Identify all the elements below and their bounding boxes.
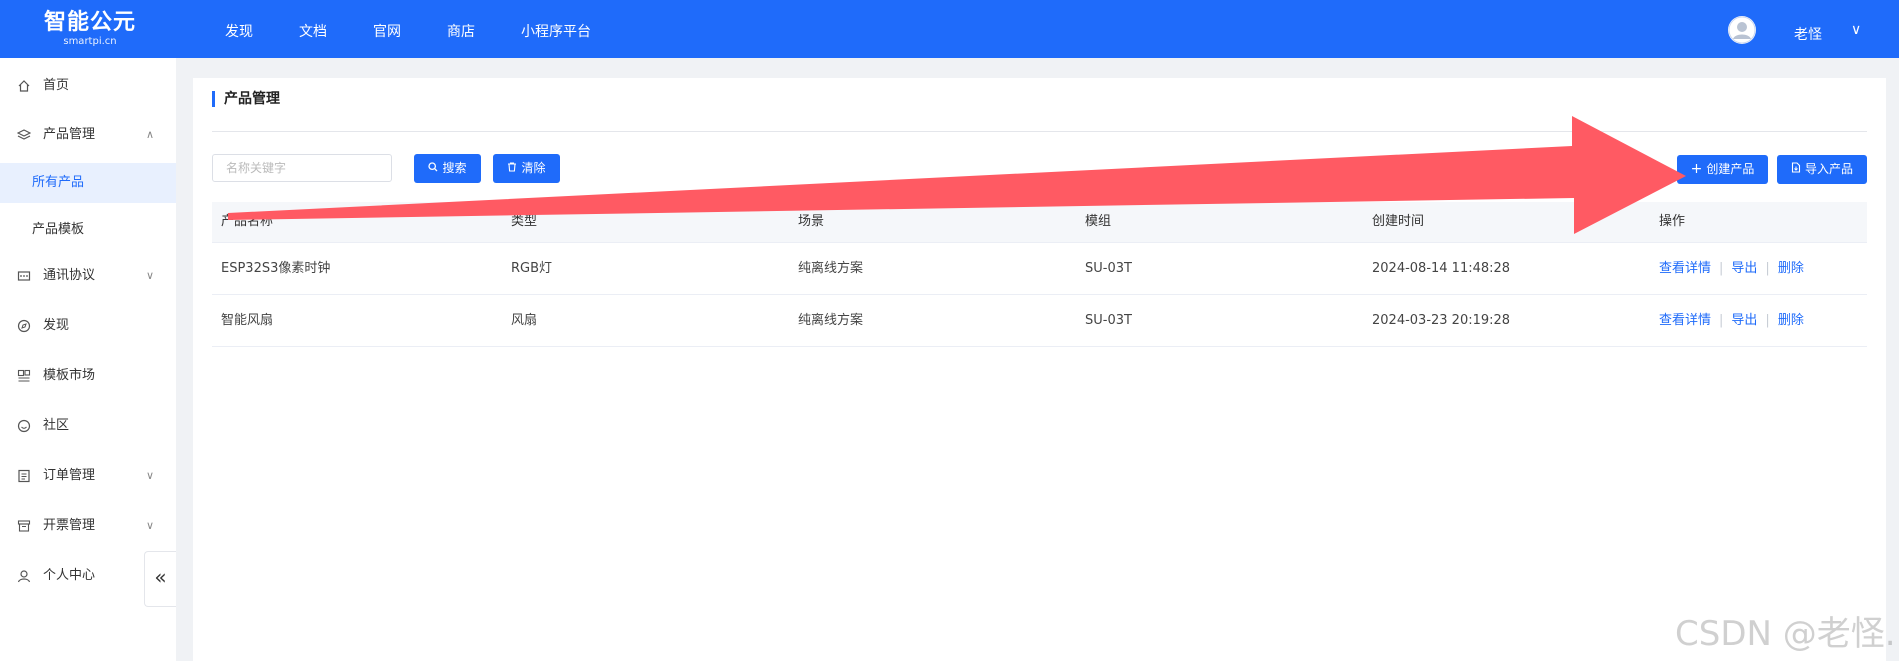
user-icon bbox=[17, 570, 31, 583]
sidebar-item-label: 通讯协议 bbox=[43, 268, 96, 283]
chevron-down-icon[interactable]: ∨ bbox=[1851, 22, 1861, 38]
user-name[interactable]: 老怪 bbox=[1794, 24, 1822, 44]
main-content: 产品管理 搜索 清除 +创建产品 导入产品 产品名称 类型 场景 模组 创建时间… bbox=[193, 78, 1886, 661]
sidebar-item-all-products[interactable]: 所有产品 bbox=[0, 163, 176, 203]
create-product-button[interactable]: + 创建产品 bbox=[1677, 155, 1768, 184]
action-separator: | bbox=[1765, 313, 1770, 328]
top-navbar: 智能公元 smartpi.cn 发现 文档 官网 商店 小程序平台 老怪 ∨ bbox=[0, 0, 1899, 58]
row-actions: 查看详情 | 导出 | 删除 bbox=[1659, 295, 1804, 346]
sidebar-item-home[interactable]: 首页 bbox=[0, 68, 176, 104]
table-header: 产品名称 类型 场景 模组 创建时间 操作 bbox=[212, 202, 1867, 243]
sidebar-item-label: 个人中心 bbox=[43, 568, 96, 583]
sidebar-item-protocols[interactable]: 通讯协议 ∨ bbox=[0, 258, 176, 294]
nav-official-site[interactable]: 官网 bbox=[350, 0, 424, 58]
sidebar-item-product-management[interactable]: 产品管理 ∧ bbox=[0, 117, 176, 153]
sidebar-item-community[interactable]: 社区 bbox=[0, 408, 176, 444]
cell-module: SU-03T bbox=[1085, 261, 1132, 276]
search-button[interactable]: 搜索 bbox=[414, 154, 481, 183]
action-separator: | bbox=[1719, 313, 1724, 328]
market-icon bbox=[17, 369, 31, 382]
community-icon bbox=[17, 419, 31, 433]
cell-type: 风扇 bbox=[511, 313, 538, 328]
cell-scene: 纯离线方案 bbox=[798, 261, 864, 276]
cell-name: ESP32S3像素时钟 bbox=[221, 261, 331, 276]
import-product-button[interactable]: 导入产品 bbox=[1777, 155, 1867, 184]
sidebar-item-label: 首页 bbox=[43, 78, 70, 93]
sidebar-item-label: 发现 bbox=[43, 318, 70, 333]
delete-link[interactable]: 删除 bbox=[1778, 261, 1804, 276]
clear-button[interactable]: 清除 bbox=[493, 154, 560, 183]
layers-icon bbox=[17, 129, 31, 140]
import-file-icon bbox=[1791, 155, 1801, 184]
sidebar-item-label: 订单管理 bbox=[43, 468, 96, 483]
order-icon bbox=[18, 469, 30, 483]
search-icon bbox=[428, 154, 438, 183]
chevron-down-icon: ∨ bbox=[146, 469, 155, 482]
nav-store[interactable]: 商店 bbox=[424, 0, 498, 58]
cell-created-at: 2024-03-23 20:19:28 bbox=[1372, 313, 1511, 328]
create-button-label: 创建产品 bbox=[1706, 162, 1755, 176]
chevron-down-icon: ∨ bbox=[146, 269, 155, 282]
view-details-link[interactable]: 查看详情 bbox=[1659, 261, 1711, 276]
sidebar-item-label: 产品模板 bbox=[32, 222, 85, 237]
nav-discover[interactable]: 发现 bbox=[200, 0, 276, 58]
sidebar-item-product-templates[interactable]: 产品模板 bbox=[0, 210, 176, 250]
cell-name: 智能风扇 bbox=[221, 313, 274, 328]
sidebar-item-label: 所有产品 bbox=[32, 175, 85, 190]
export-link[interactable]: 导出 bbox=[1731, 313, 1757, 328]
top-nav: 发现 文档 官网 商店 小程序平台 bbox=[200, 0, 614, 58]
invoice-icon bbox=[17, 520, 31, 532]
cell-module: SU-03T bbox=[1085, 313, 1132, 328]
sidebar-item-orders[interactable]: 订单管理 ∨ bbox=[0, 458, 176, 494]
watermark: CSDN @老怪. bbox=[1675, 614, 1896, 654]
avatar[interactable] bbox=[1728, 16, 1756, 44]
brand-logo[interactable]: 智能公元 smartpi.cn bbox=[40, 10, 140, 50]
table-row: ESP32S3像素时钟 RGB灯 纯离线方案 SU-03T 2024-08-14… bbox=[212, 243, 1867, 295]
trash-icon bbox=[507, 154, 517, 183]
page-title: 产品管理 bbox=[212, 91, 280, 107]
cell-scene: 纯离线方案 bbox=[798, 313, 864, 328]
plus-icon: + bbox=[1690, 161, 1703, 177]
sidebar-item-label: 模板市场 bbox=[43, 368, 96, 383]
logo-subtext: smartpi.cn bbox=[63, 36, 117, 47]
column-header-scene[interactable]: 场景 bbox=[798, 202, 824, 242]
sidebar-item-label: 社区 bbox=[43, 418, 70, 433]
search-input[interactable] bbox=[212, 154, 392, 182]
sidebar: 首页 产品管理 ∧ 所有产品 产品模板 通讯协议 ∨ 发现 模板市场 社区 订单… bbox=[0, 58, 176, 661]
compass-icon bbox=[17, 319, 31, 333]
view-details-link[interactable]: 查看详情 bbox=[1659, 313, 1711, 328]
nav-docs[interactable]: 文档 bbox=[276, 0, 350, 58]
chevron-down-icon: ∨ bbox=[146, 519, 155, 532]
protocol-icon bbox=[17, 271, 31, 281]
nav-miniprogram[interactable]: 小程序平台 bbox=[498, 0, 614, 58]
row-actions: 查看详情 | 导出 | 删除 bbox=[1659, 243, 1804, 294]
column-header-type[interactable]: 类型 bbox=[511, 202, 537, 242]
table-row: 智能风扇 风扇 纯离线方案 SU-03T 2024-03-23 20:19:28… bbox=[212, 295, 1867, 347]
sidebar-item-label: 产品管理 bbox=[43, 127, 96, 142]
action-separator: | bbox=[1765, 261, 1770, 276]
chevron-up-icon: ∧ bbox=[146, 128, 155, 141]
home-icon bbox=[18, 80, 30, 92]
sidebar-item-template-market[interactable]: 模板市场 bbox=[0, 358, 176, 394]
column-header-name[interactable]: 产品名称 bbox=[221, 202, 273, 242]
sidebar-item-invoices[interactable]: 开票管理 ∨ bbox=[0, 508, 176, 544]
logo-text: 智能公元 bbox=[43, 10, 136, 35]
cell-created-at: 2024-08-14 11:48:28 bbox=[1372, 261, 1511, 276]
sidebar-item-discover[interactable]: 发现 bbox=[0, 308, 176, 344]
column-header-actions: 操作 bbox=[1659, 214, 1686, 229]
delete-link[interactable]: 删除 bbox=[1778, 313, 1804, 328]
divider bbox=[212, 131, 1867, 132]
sidebar-collapse-button[interactable]: « bbox=[144, 551, 176, 607]
clear-button-label: 清除 bbox=[521, 161, 546, 175]
column-header-created-at[interactable]: 创建时间 bbox=[1372, 202, 1424, 242]
column-header-module[interactable]: 模组 bbox=[1085, 202, 1111, 242]
export-link[interactable]: 导出 bbox=[1731, 261, 1757, 276]
import-button-label: 导入产品 bbox=[1804, 162, 1853, 176]
action-separator: | bbox=[1719, 261, 1724, 276]
cell-type: RGB灯 bbox=[511, 261, 553, 276]
sidebar-item-label: 开票管理 bbox=[43, 518, 96, 533]
search-button-label: 搜索 bbox=[442, 161, 467, 175]
